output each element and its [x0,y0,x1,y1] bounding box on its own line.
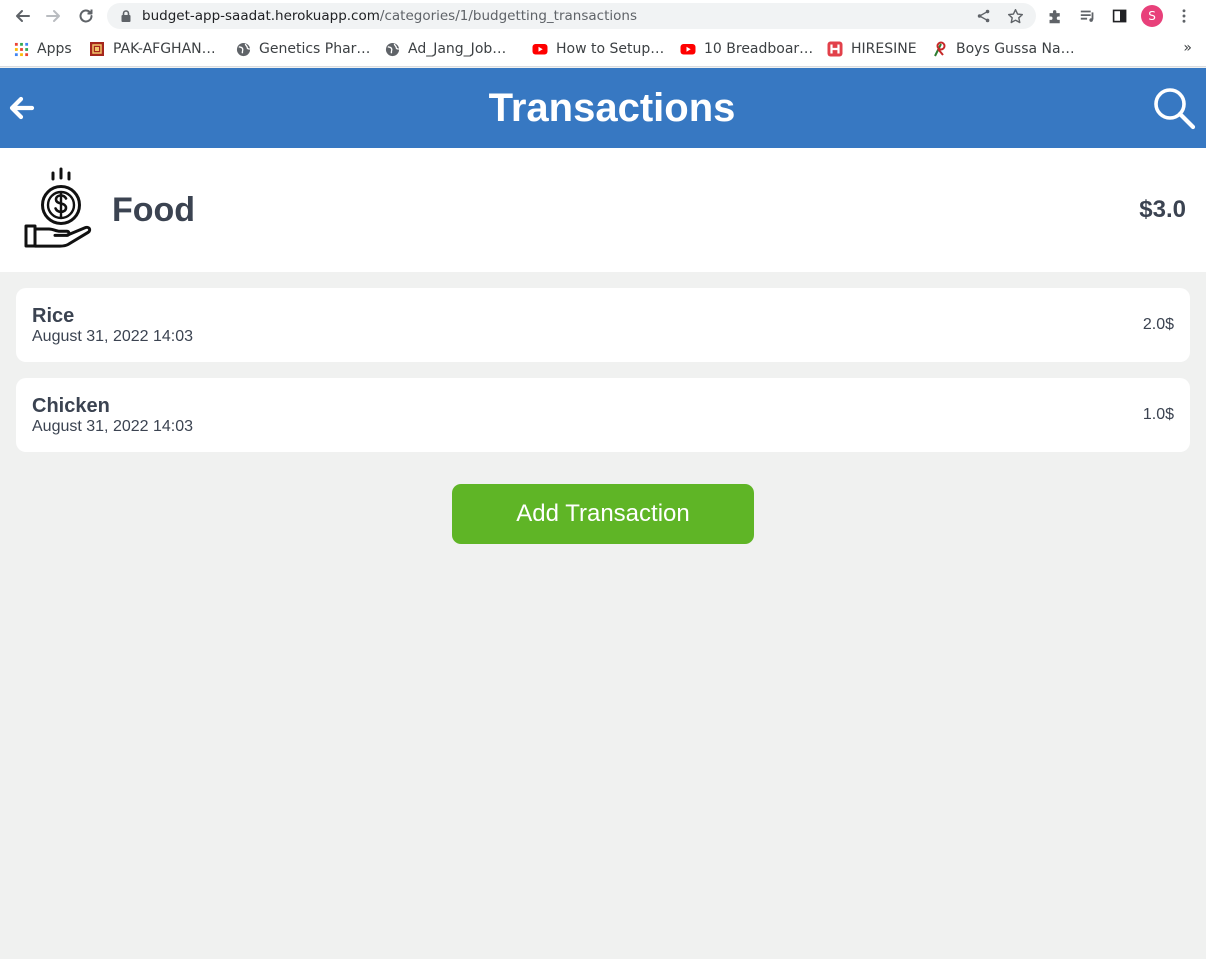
transaction-item[interactable]: Chicken August 31, 2022 14:03 1.0$ [16,378,1190,452]
browser-forward-icon[interactable] [42,5,66,27]
bookmark-apps[interactable]: Apps [13,39,72,59]
browser-reload-icon[interactable] [74,5,98,27]
side-panel-icon[interactable] [1110,6,1130,26]
bookmark-breadboard[interactable]: 10 Breadboar… [680,39,813,59]
transaction-amount: 2.0$ [1142,316,1174,333]
transaction-date: August 31, 2022 14:03 [32,328,194,345]
add-transaction-button[interactable]: Add Transaction [452,484,754,544]
bookmark-favicon-icon [89,41,105,57]
transaction-name: Chicken [32,395,110,417]
extensions-puzzle-icon[interactable] [1045,6,1065,26]
bookmark-label: 10 Breadboar… [704,41,814,57]
bookmark-favicon-icon [932,41,948,57]
search-icon[interactable] [1152,86,1196,130]
bookmark-label: Boys Gussa Na… [956,41,1075,57]
lock-icon[interactable] [119,9,133,23]
transaction-name: Rice [32,305,75,327]
youtube-icon [532,41,548,57]
youtube-icon [680,41,696,57]
transaction-date: August 31, 2022 14:03 [32,418,194,435]
url-text[interactable]: budget-app-saadat.herokuapp.com/categori… [142,8,637,24]
profile-avatar[interactable]: S [1141,5,1163,27]
bookmark-how-to-setup[interactable]: How to Setup… [532,39,664,59]
bookmark-hiresine[interactable]: HIRESINE [827,39,917,59]
bookmark-ad-jang[interactable]: Ad_Jang_Job… [384,39,506,59]
bookmark-star-icon[interactable] [1006,7,1024,25]
transaction-item[interactable]: Rice August 31, 2022 14:03 2.0$ [16,288,1190,362]
category-total: $3.0 [1139,196,1186,223]
transaction-amount: 1.0$ [1142,406,1174,423]
browser-back-icon[interactable] [10,5,34,27]
bookmark-label: PAK-AFGHAN… [113,41,216,57]
share-icon[interactable] [975,7,993,25]
browser-menu-icon[interactable] [1174,6,1194,26]
category-summary: Food $3.0 [0,148,1206,272]
bookmark-genetics[interactable]: Genetics Phar… [235,39,370,59]
bookmark-label: Ad_Jang_Job… [408,41,507,57]
transactions-list: Rice August 31, 2022 14:03 2.0$ Chicken … [16,288,1190,468]
app-header: Transactions [0,68,1206,148]
apps-grid-icon [13,41,29,57]
bookmark-label: HIRESINE [851,41,917,57]
hiresine-icon [827,41,843,57]
bookmark-pak-afghan[interactable]: PAK-AFGHAN… [89,39,216,59]
globe-icon [384,41,400,57]
bookmark-label: How to Setup… [556,41,665,57]
bookmark-label: Genetics Phar… [259,41,371,57]
bookmarks-bar: Apps PAK-AFGHAN… Genetics Phar… Ad_Jang_… [0,33,1206,67]
money-hand-icon [24,167,92,248]
bookmark-label: Apps [37,41,72,57]
page-title: Transactions [488,86,736,130]
browser-toolbar: budget-app-saadat.herokuapp.com/categori… [0,0,1206,33]
globe-icon [235,41,251,57]
bookmarks-overflow-button[interactable]: » [1183,40,1192,56]
category-name: Food [112,191,196,229]
address-bar[interactable]: budget-app-saadat.herokuapp.com/categori… [107,3,1036,29]
media-queue-icon[interactable] [1078,6,1098,26]
bookmark-boys-gussa[interactable]: Boys Gussa Na… [932,39,1075,59]
